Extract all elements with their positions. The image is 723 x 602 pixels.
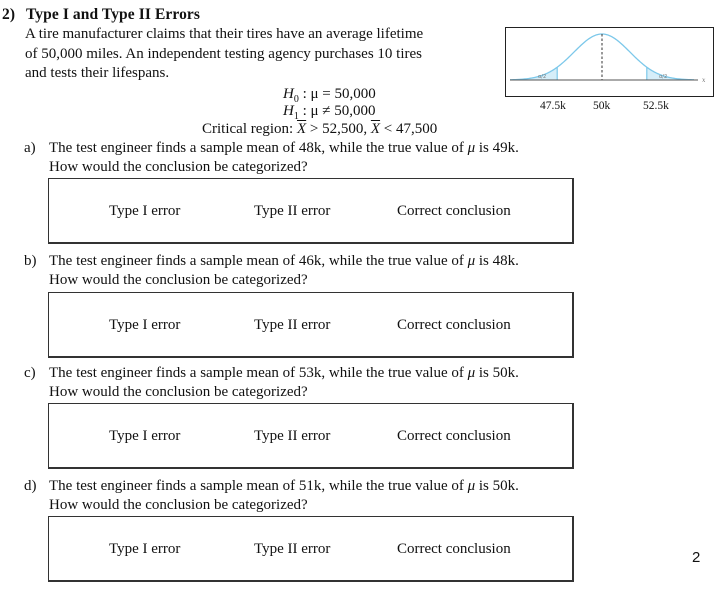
h0-relation: : μ = 50,000 [302,86,376,102]
left-tail-label: α/2 [538,74,546,80]
question-a-prompt: How would the conclusion be categorized? [49,159,308,175]
right-tail-label: α/2 [659,74,667,80]
normal-distribution-figure: α/2 α/2 x [505,27,714,97]
question-c-answer-box: Type I error Type II error Correct concl… [48,403,574,469]
question-d-answer-box: Type I error Type II error Correct concl… [48,516,574,582]
question-c-text: The test engineer finds a sample mean of… [49,365,519,382]
question-d-text: The test engineer finds a sample mean of… [49,478,519,495]
normal-curve-svg: α/2 α/2 x [509,33,706,84]
problem-title-text: Type I and Type II Errors [26,6,201,23]
question-c-letter: c) [24,365,36,381]
problem-title: 2) Type I and Type II Errors [2,6,200,24]
question-d-prompt: How would the conclusion be categorized? [49,497,308,513]
option-correct-conclusion[interactable]: Correct conclusion [397,203,511,220]
page-number: 2 [692,549,701,566]
question-b-line1-end: is 48k. [475,253,519,269]
question-a-letter: a) [24,140,36,156]
alternative-hypothesis: H1 : μ ≠ 50,000 [283,103,376,122]
xbar-symbol-2: X [370,121,381,137]
option-type-ii-error[interactable]: Type II error [254,428,330,445]
option-type-i-error[interactable]: Type I error [109,203,180,220]
h1-symbol: H [283,103,294,119]
tick-label-mean: 50k [593,100,611,112]
option-type-ii-error[interactable]: Type II error [254,317,330,334]
question-b-letter: b) [24,253,37,269]
question-c-line1-end: is 50k. [475,365,519,381]
option-correct-conclusion[interactable]: Correct conclusion [397,317,511,334]
question-a-line1-end: is 49k. [475,140,519,156]
option-correct-conclusion[interactable]: Correct conclusion [397,428,511,445]
question-b-answer-box: Type I error Type II error Correct concl… [48,292,574,358]
question-a-answer-box: Type I error Type II error Correct concl… [48,178,574,244]
intro-line-3: and tests their lifespans. [25,65,170,81]
question-b-line1: The test engineer finds a sample mean of… [49,253,468,269]
question-c-line1: The test engineer finds a sample mean of… [49,365,468,381]
xbar-symbol-1: X [296,121,307,137]
tick-label-lower: 47.5k [540,100,566,112]
mu-symbol: μ [467,365,476,381]
option-type-i-error[interactable]: Type I error [109,428,180,445]
critical-region-upper: > 52,500, [306,121,371,137]
question-d-line1-end: is 50k. [475,478,519,494]
tick-label-upper: 52.5k [643,100,669,112]
question-d-line1: The test engineer finds a sample mean of… [49,478,468,494]
question-b-prompt: How would the conclusion be categorized? [49,272,308,288]
question-c-prompt: How would the conclusion be categorized? [49,384,308,400]
h0-symbol: H [283,86,294,102]
h1-relation: : μ ≠ 50,000 [302,103,376,119]
critical-region-lower: < 47,500 [380,121,438,137]
intro-line-1: A tire manufacturer claims that their ti… [25,26,424,42]
intro-line-2: of 50,000 miles. An independent testing … [25,46,422,62]
option-type-i-error[interactable]: Type I error [109,541,180,558]
x-axis-label: x [702,77,706,84]
problem-number: 2) [2,6,16,23]
option-type-ii-error[interactable]: Type II error [254,541,330,558]
mu-symbol: μ [467,478,476,494]
option-type-ii-error[interactable]: Type II error [254,203,330,220]
question-a-text: The test engineer finds a sample mean of… [49,140,519,157]
critical-region-label: Critical region: [202,121,297,137]
option-type-i-error[interactable]: Type I error [109,317,180,334]
mu-symbol: μ [467,253,476,269]
option-correct-conclusion[interactable]: Correct conclusion [397,541,511,558]
mu-symbol: μ [467,140,476,156]
question-a-line1: The test engineer finds a sample mean of… [49,140,468,156]
question-b-text: The test engineer finds a sample mean of… [49,253,519,270]
critical-region: Critical region: X > 52,500, X < 47,500 [202,121,437,138]
question-d-letter: d) [24,478,37,494]
